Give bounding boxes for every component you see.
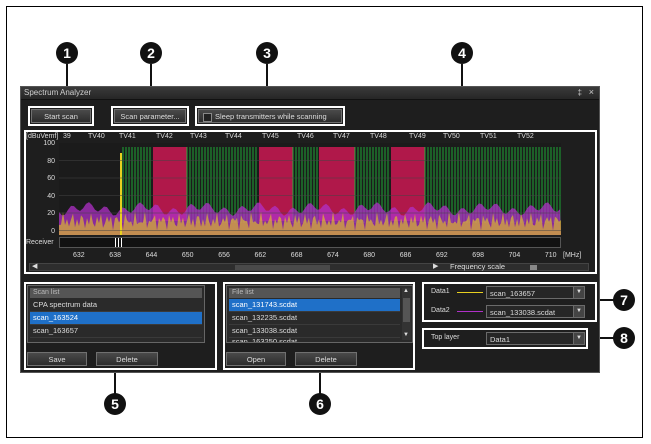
data2-label: Data2 [431, 307, 450, 314]
list-item[interactable]: scan_132235.scdat [229, 312, 400, 325]
data1-value: scan_163657 [490, 289, 536, 298]
frequency-tick-label: 698 [472, 252, 484, 259]
data1-color-swatch [457, 292, 483, 293]
scan-list-header: Scan list [30, 288, 202, 298]
frequency-tick-label: 710 [544, 252, 557, 259]
callout-4: 4 [451, 42, 473, 64]
receiver-track [59, 237, 561, 248]
frequency-tick-label: 680 [363, 252, 376, 259]
y-tick-label: 60 [47, 175, 55, 182]
frequency-tick-label: 668 [290, 252, 303, 259]
channel-label: 39 [63, 133, 71, 140]
frequency-scale-label: Frequency scale [450, 262, 506, 271]
frequency-tick-label: 632 [73, 252, 85, 259]
list-item[interactable]: CPA spectrum data [30, 299, 202, 312]
top-layer-label: Top layer [431, 334, 460, 341]
y-tick-label: 80 [47, 157, 55, 165]
file-list-scrollbar[interactable]: ▲ ▼ [402, 288, 411, 340]
channel-label: TV41 [119, 133, 136, 140]
callout-7: 7 [613, 289, 635, 311]
frequency-tick-label: 656 [218, 252, 230, 259]
delete-scan-button[interactable]: Delete [96, 352, 158, 366]
frequency-tick-label: 650 [181, 252, 194, 259]
close-icon[interactable]: × [589, 87, 594, 97]
y-tick-label: 40 [47, 192, 55, 200]
start-scan-button[interactable]: Start scan [28, 106, 94, 126]
pin-icon[interactable]: ‡ [578, 88, 582, 97]
channel-label: TV49 [409, 133, 426, 140]
frequency-tick-label: 638 [109, 252, 121, 259]
callout-8: 8 [613, 327, 635, 349]
title-bar: Spectrum Analyzer ‡ × [21, 87, 599, 100]
channel-label: TV52 [517, 133, 534, 140]
list-item[interactable]: scan_131743.scdat [229, 299, 400, 312]
scroll-down-icon[interactable]: ▼ [403, 332, 409, 338]
frequency-tick-label: 704 [508, 252, 521, 259]
chevron-down-icon[interactable]: ▼ [573, 306, 584, 317]
sleep-transmitters-label: Sleep transmitters while scanning [215, 112, 327, 121]
channel-label: TV40 [88, 133, 105, 140]
y-tick-label: 20 [47, 210, 55, 217]
callout-6-line [319, 370, 321, 394]
callout-5: 5 [104, 393, 126, 415]
scroll-thumb[interactable] [403, 298, 410, 322]
channel-label: TV45 [262, 133, 279, 140]
top-layer-value: Data1 [490, 335, 511, 344]
data2-select[interactable]: scan_133038.scdat ▼ [486, 305, 585, 318]
channel-label: TV43 [190, 133, 207, 140]
frequency-tick-label: 674 [327, 252, 339, 259]
save-button[interactable]: Save [27, 352, 87, 366]
data1-label: Data1 [431, 288, 450, 295]
list-item[interactable]: scan_163657 [30, 325, 202, 338]
channel-label: TV48 [370, 133, 387, 140]
y-tick-label: 100 [43, 140, 55, 147]
data2-value: scan_133038.scdat [490, 308, 556, 317]
y-axis-unit: [dBuVemf] [26, 133, 59, 140]
delete-file-button[interactable]: Delete [295, 352, 357, 366]
file-list: File list scan_131743.scdat scan_132235.… [226, 285, 413, 343]
channel-label: TV50 [443, 133, 460, 140]
frequency-tick-label: 686 [399, 252, 412, 259]
window-title: Spectrum Analyzer [24, 88, 92, 97]
channel-label: TV44 [225, 133, 242, 140]
channel-label: TV47 [333, 133, 350, 140]
frequency-scale-slider[interactable] [530, 265, 537, 270]
frequency-tick-label: 692 [436, 252, 448, 259]
scroll-right-icon[interactable]: ▶ [433, 262, 438, 270]
callout-2: 2 [140, 42, 162, 64]
list-item[interactable]: scan_133038.scdat [229, 325, 400, 338]
receiver-marker [115, 238, 124, 247]
receiver-label: Receiver [26, 239, 54, 246]
open-button[interactable]: Open [226, 352, 286, 366]
scroll-left-icon[interactable]: ◀ [32, 262, 37, 270]
checkbox-icon[interactable] [203, 112, 212, 122]
spectrum-analyzer-window: Spectrum Analyzer ‡ × Start scan Scan pa… [20, 86, 600, 373]
scan-list: Scan list CPA spectrum data scan_163524 … [27, 285, 205, 343]
chevron-down-icon[interactable]: ▼ [573, 333, 584, 344]
channel-label: TV51 [480, 133, 497, 140]
frequency-unit: [MHz] [563, 252, 582, 259]
list-item[interactable]: scan_163524 [30, 312, 202, 325]
file-list-header: File list [229, 288, 400, 298]
top-layer-select[interactable]: Data1 ▼ [486, 332, 585, 345]
y-tick-label: 0 [51, 227, 55, 235]
chevron-down-icon[interactable]: ▼ [573, 287, 584, 298]
scan-parameter-button[interactable]: Scan parameter... [111, 106, 189, 126]
data1-select[interactable]: scan_163657 ▼ [486, 286, 585, 299]
channel-label: TV42 [156, 133, 173, 140]
channel-label: TV46 [297, 133, 314, 140]
frequency-tick-label: 644 [145, 252, 158, 259]
callout-6: 6 [309, 393, 331, 415]
list-item[interactable]: scan_163250.scdat [229, 338, 400, 342]
scroll-thumb[interactable] [235, 265, 330, 270]
callout-1: 1 [56, 42, 78, 64]
frequency-scrollbar[interactable]: ◀ ▶ Frequency scale [29, 262, 589, 271]
scroll-up-icon[interactable]: ▲ [403, 288, 409, 294]
frequency-tick-label: 662 [254, 252, 267, 259]
spectrum-plot [59, 143, 561, 235]
data2-color-swatch [457, 311, 483, 312]
sleep-transmitters-checkbox[interactable]: Sleep transmitters while scanning [195, 106, 345, 126]
callout-3: 3 [256, 42, 278, 64]
callout-5-line [114, 370, 116, 394]
